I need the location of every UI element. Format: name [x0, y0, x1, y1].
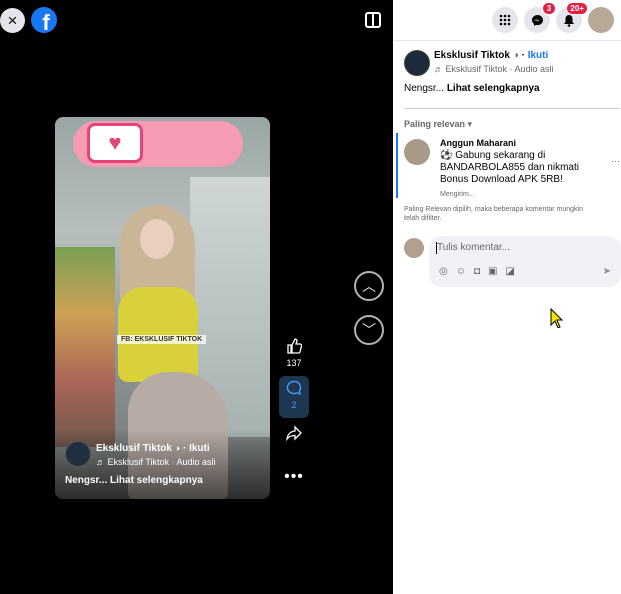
overlay-page-name[interactable]: Eksklusif Tiktok ◑ · Ikuti — [96, 443, 210, 454]
background-toys — [55, 247, 115, 447]
comment-input[interactable] — [437, 242, 607, 253]
comment-line: ⚽ Gabung sekarang di — [440, 150, 546, 161]
top-navigation: 3 20+ — [393, 0, 621, 40]
comment-highlight-bar — [396, 133, 398, 198]
like-count: 137 — [286, 358, 302, 368]
close-icon[interactable]: × — [0, 8, 25, 33]
share-arrow-icon — [279, 425, 309, 445]
globe-icon: ◑ — [174, 443, 181, 453]
caption-divider — [404, 108, 620, 109]
see-more-link[interactable]: Lihat selengkapnya — [447, 83, 540, 94]
share-button[interactable] — [279, 425, 309, 445]
overlay-separator: · — [182, 443, 187, 454]
overlay-audio-label[interactable]: ♬ Eksklusif Tiktok · Audio asli — [96, 457, 216, 467]
comment-line: Bonus Download APK 5RB! — [440, 174, 563, 185]
send-icon[interactable]: ➤ — [603, 266, 611, 277]
chevron-down-icon[interactable]: ﹀ — [354, 315, 384, 345]
globe-icon: ◑ — [512, 50, 519, 61]
video-player[interactable]: ♥ FB: EKSKLUSIF TIKTOK Eksklusif Tiktok … — [55, 117, 270, 499]
overlay-follow-button[interactable]: Ikuti — [189, 443, 210, 454]
subject-face — [140, 219, 174, 259]
comment-author-avatar[interactable] — [404, 139, 430, 165]
caption-text: Nengsr... — [404, 83, 445, 94]
facebook-logo-letter: f — [42, 10, 50, 33]
comment-button[interactable]: 2 — [279, 376, 309, 418]
sort-label: Paling relevan — [404, 119, 466, 129]
comment-bubble-icon — [279, 380, 309, 400]
overlay-caption[interactable]: Nengsr... Lihat selengkapnya — [65, 475, 203, 486]
page-name[interactable]: Eksklusif Tiktok — [434, 50, 510, 61]
emoji-icon[interactable]: ☺ — [456, 266, 466, 277]
header-separator: · — [521, 50, 525, 61]
comment-composer[interactable]: ◎ ☺ ◘ ▣ ◪ ➤ — [429, 236, 621, 287]
filter-note-line: Paling Relevan dipilih, maka beberapa ko… — [404, 206, 583, 213]
messenger-button[interactable]: 3 — [524, 2, 556, 33]
gif-icon[interactable]: ▣ — [488, 266, 497, 277]
comment-text: ⚽ Gabung sekarang di BANDARBOLA855 dan n… — [440, 150, 580, 186]
comment-sort-dropdown[interactable]: Paling relevan ▾ — [404, 119, 472, 130]
topbar-divider — [393, 40, 621, 41]
comment-count: 2 — [291, 400, 297, 410]
comment-options-icon[interactable]: ··· — [611, 156, 620, 166]
camera-icon[interactable]: ◘ — [474, 266, 480, 277]
text-caret — [436, 242, 437, 254]
comment-author-name[interactable]: Anggun Maharani — [440, 138, 516, 148]
profile-avatar[interactable] — [588, 7, 614, 33]
bell-icon — [564, 14, 574, 27]
post-caption: Nengsr... Lihat selengkapnya — [404, 83, 540, 94]
composer-tools: ◎ ☺ ◘ ▣ ◪ — [439, 266, 515, 277]
follow-button[interactable]: Ikuti — [528, 50, 549, 61]
notifications-badge: 20+ — [566, 2, 588, 15]
page-avatar[interactable] — [404, 50, 430, 76]
messenger-icon — [531, 14, 543, 26]
more-dots-icon[interactable]: ••• — [279, 468, 309, 486]
notifications-button[interactable]: 20+ — [556, 2, 588, 33]
video-watermark: FB: EKSKLUSIF TIKTOK — [117, 335, 207, 344]
page-header: Eksklusif Tiktok ◑ · Ikuti — [434, 50, 548, 61]
post-side-panel: 3 20+ Eksklusif Tiktok ◑ · Ikuti ♬ Ekskl… — [393, 0, 621, 594]
panel-toggle-icon[interactable] — [365, 12, 381, 28]
filter-note-line: telah difilter. — [404, 215, 442, 222]
caret-down-icon: ▾ — [467, 119, 473, 129]
heart-icon: ♥ — [87, 123, 143, 163]
overlay-page-name-text[interactable]: Eksklusif Tiktok — [96, 443, 172, 454]
current-user-avatar[interactable] — [404, 238, 424, 258]
like-button[interactable]: 137 — [279, 338, 309, 368]
audio-label[interactable]: ♬ Eksklusif Tiktok · Audio asli — [434, 64, 554, 74]
sticker-icon[interactable]: ◪ — [505, 266, 514, 277]
filter-note: Paling Relevan dipilih, maka beberapa ko… — [404, 205, 614, 223]
overlay-page-avatar[interactable] — [65, 441, 91, 467]
video-viewer: × f ♥ FB: EKSKLUSIF TIKTOK Eksklusif Tik… — [0, 0, 393, 594]
comment-line: BANDARBOLA855 dan nikmati — [440, 162, 579, 173]
grid-menu-icon[interactable] — [492, 7, 518, 33]
messenger-badge: 3 — [542, 2, 556, 15]
thumbs-up-icon — [279, 338, 309, 358]
chevron-up-icon[interactable]: ︿ — [354, 271, 384, 301]
facebook-logo-icon[interactable]: f — [31, 7, 57, 33]
comment-status: Mengirim... — [440, 191, 475, 198]
avatar-sticker-icon[interactable]: ◎ — [439, 266, 448, 277]
